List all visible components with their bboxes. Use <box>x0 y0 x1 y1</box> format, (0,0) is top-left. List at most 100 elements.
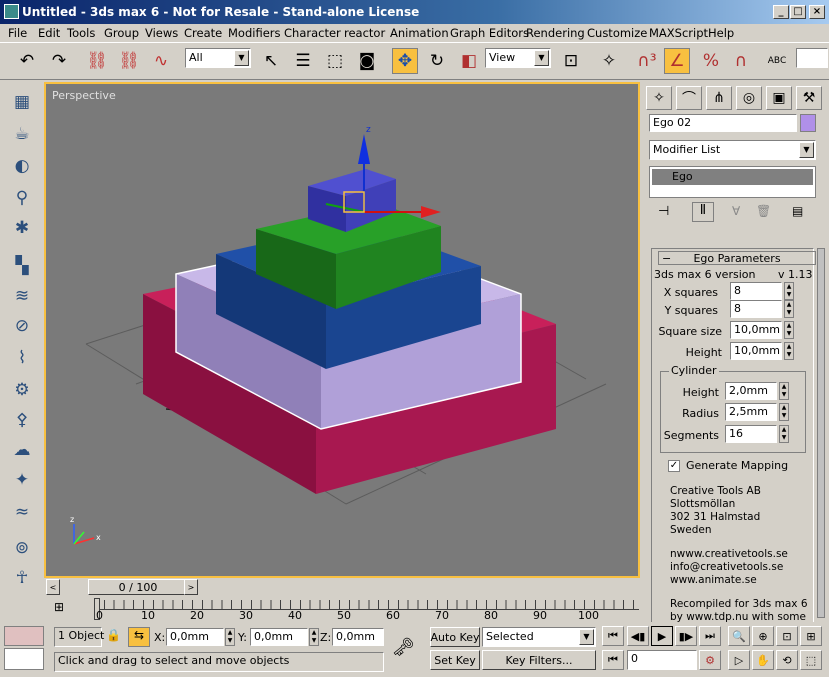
object-color-swatch[interactable] <box>800 114 816 132</box>
y-squares-spinner[interactable]: ▲ ▼ <box>784 300 794 318</box>
ufo-icon[interactable]: ☁ <box>9 438 35 462</box>
pin-stack-icon[interactable]: ⊣ <box>658 204 669 219</box>
zoom-extents-all-icon[interactable]: ⊞ <box>800 626 822 646</box>
menu-customize[interactable]: Customize <box>587 26 647 40</box>
height-spinner[interactable]: ▲ ▼ <box>784 342 794 360</box>
boxes-icon[interactable]: ▦ <box>9 90 35 114</box>
teapot-icon[interactable]: ☕ <box>9 122 35 146</box>
go-to-end-icon[interactable]: ⏭ <box>699 626 721 646</box>
cyl-height-spinner[interactable]: ▲ ▼ <box>779 382 789 400</box>
menu-reactor[interactable]: reactor <box>344 26 385 40</box>
go-to-start-icon[interactable]: ⏮ <box>602 626 624 646</box>
menu-graph-editors[interactable]: Graph Editors <box>450 26 529 40</box>
cyl-radius-input[interactable]: 2,5mm <box>725 403 777 421</box>
select-object-icon[interactable]: ↖ <box>258 48 284 74</box>
select-and-rotate-icon[interactable]: ↻ <box>424 48 450 74</box>
time-configuration-icon[interactable]: ⚙ <box>699 650 721 670</box>
key-mode-toggle-icon[interactable]: ⏮ <box>602 650 624 670</box>
select-and-move-icon[interactable]: ✥ <box>392 48 418 74</box>
zoom-extents-icon[interactable]: ⊡ <box>776 626 798 646</box>
prev-frame-arrow[interactable]: < <box>46 579 60 595</box>
remove-modifier-icon[interactable]: 🗑 <box>756 204 771 218</box>
tube-icon[interactable]: ⊘ <box>9 314 35 338</box>
menu-tools[interactable]: Tools <box>67 26 95 40</box>
track-bar[interactable]: ⊞ 0 10 20 30 40 50 60 70 80 90 100 <box>44 598 640 624</box>
x-squares-input[interactable]: 8 <box>730 282 782 300</box>
maximize-viewport-icon[interactable]: ⬚ <box>800 650 822 670</box>
menu-file[interactable]: File <box>8 26 27 40</box>
lock-selection-icon[interactable]: 🔒 <box>106 628 121 642</box>
pivot-center-icon[interactable]: ⊡ <box>558 48 584 74</box>
field-of-view-icon[interactable]: ▷ <box>728 650 750 670</box>
next-frame-arrow[interactable]: > <box>184 579 198 595</box>
set-key-button[interactable]: Set Key <box>430 650 480 670</box>
reference-coord-dropdown[interactable]: View ▼ <box>485 48 551 68</box>
selection-filter-dropdown[interactable]: All ▼ <box>185 48 251 68</box>
menu-maxscript[interactable]: MAXScript <box>649 26 708 40</box>
maximize-button[interactable]: □ <box>790 5 806 19</box>
perspective-viewport[interactable]: Perspective z z x <box>44 82 640 578</box>
y-squares-input[interactable]: 8 <box>730 300 782 318</box>
motion-tab-icon[interactable]: ◎ <box>736 86 762 110</box>
time-slider-thumb[interactable]: 0 / 100 <box>88 579 188 595</box>
stack-item-ego[interactable]: Ego <box>652 169 813 185</box>
show-end-result-icon[interactable]: Ⅱ <box>692 202 714 222</box>
cyl-segments-spinner[interactable]: ▲ ▼ <box>779 425 789 443</box>
menu-rendering[interactable]: Rendering <box>526 26 585 40</box>
select-and-link-icon[interactable]: ⛓ <box>84 48 110 74</box>
previous-frame-icon[interactable]: ◀▮ <box>627 626 649 646</box>
redo-icon[interactable]: ↷ <box>46 48 72 74</box>
coil-icon[interactable]: ≋ <box>9 284 35 308</box>
pin-icon[interactable]: ⚴ <box>9 408 35 432</box>
cyl-height-input[interactable]: 2,0mm <box>725 382 777 400</box>
angle-snap-icon[interactable]: ∠ <box>664 48 690 74</box>
wave-icon[interactable]: ≈ <box>9 500 35 524</box>
window-crossing-icon[interactable]: ◙ <box>354 48 380 74</box>
gear-icon[interactable]: ⚙ <box>9 378 35 402</box>
snap-3d-icon[interactable]: ∩³ <box>634 48 660 74</box>
key-mode-icon[interactable]: 🗝 <box>392 637 415 658</box>
auto-key-button[interactable]: Auto Key <box>430 627 480 647</box>
key-filter-selection-dropdown[interactable]: Selected ▼ <box>482 627 596 647</box>
next-frame-icon[interactable]: ▮▶ <box>675 626 697 646</box>
menu-group[interactable]: Group <box>104 26 139 40</box>
modifier-list-dropdown[interactable]: Modifier List ▼ <box>649 140 816 160</box>
biped-icon[interactable]: ☥ <box>9 566 35 590</box>
configure-sets-icon[interactable]: ▤ <box>792 204 803 218</box>
undo-icon[interactable]: ↶ <box>14 48 40 74</box>
y-coord-spinner[interactable]: ▲ ▼ <box>309 628 319 646</box>
rectangular-selection-icon[interactable]: ⬚ <box>322 48 348 74</box>
menu-help[interactable]: Help <box>708 26 734 40</box>
height-input[interactable]: 10,0mm <box>730 342 782 360</box>
time-slider[interactable]: < 0 / 100 > <box>44 578 640 596</box>
menu-character[interactable]: Character <box>284 26 341 40</box>
play-icon[interactable]: ▶ <box>651 626 673 646</box>
zoom-icon[interactable]: 🔍 <box>728 626 750 646</box>
select-by-name-icon[interactable]: ☰ <box>290 48 316 74</box>
absolute-mode-icon[interactable]: ⇆ <box>128 627 150 647</box>
zoom-all-icon[interactable]: ⊕ <box>752 626 774 646</box>
display-tab-icon[interactable]: ▣ <box>766 86 792 110</box>
minimize-button[interactable]: _ <box>773 5 789 19</box>
object-name-field[interactable]: Ego 02 <box>649 114 797 132</box>
close-button[interactable]: × <box>809 5 825 19</box>
named-selection-icon[interactable]: ABC <box>764 48 790 74</box>
unlink-icon[interactable]: ⛓ <box>116 48 142 74</box>
percent-snap-icon[interactable]: % <box>698 48 724 74</box>
maxscript-input-mini[interactable] <box>4 648 44 670</box>
track-bar-menu-icon[interactable]: ⊞ <box>54 600 64 614</box>
menu-animation[interactable]: Animation <box>390 26 449 40</box>
select-and-manipulate-icon[interactable]: ✧ <box>596 48 622 74</box>
bend-icon[interactable]: ⌇ <box>9 346 35 370</box>
y-coord-input[interactable]: 0,0mm <box>250 628 308 646</box>
cyl-segments-input[interactable]: 16 <box>725 425 777 443</box>
cyl-radius-spinner[interactable]: ▲ ▼ <box>779 403 789 421</box>
particle-icon[interactable]: ✦ <box>9 468 35 492</box>
named-selection-sets-field[interactable] <box>796 48 828 68</box>
key-filters-button[interactable]: Key Filters... <box>482 650 596 670</box>
menu-create[interactable]: Create <box>184 26 222 40</box>
menu-edit[interactable]: Edit <box>38 26 60 40</box>
arc-rotate-icon[interactable]: ⟲ <box>776 650 798 670</box>
bind-space-warp-icon[interactable]: ∿ <box>148 48 174 74</box>
x-coord-spinner[interactable]: ▲ ▼ <box>225 628 235 646</box>
